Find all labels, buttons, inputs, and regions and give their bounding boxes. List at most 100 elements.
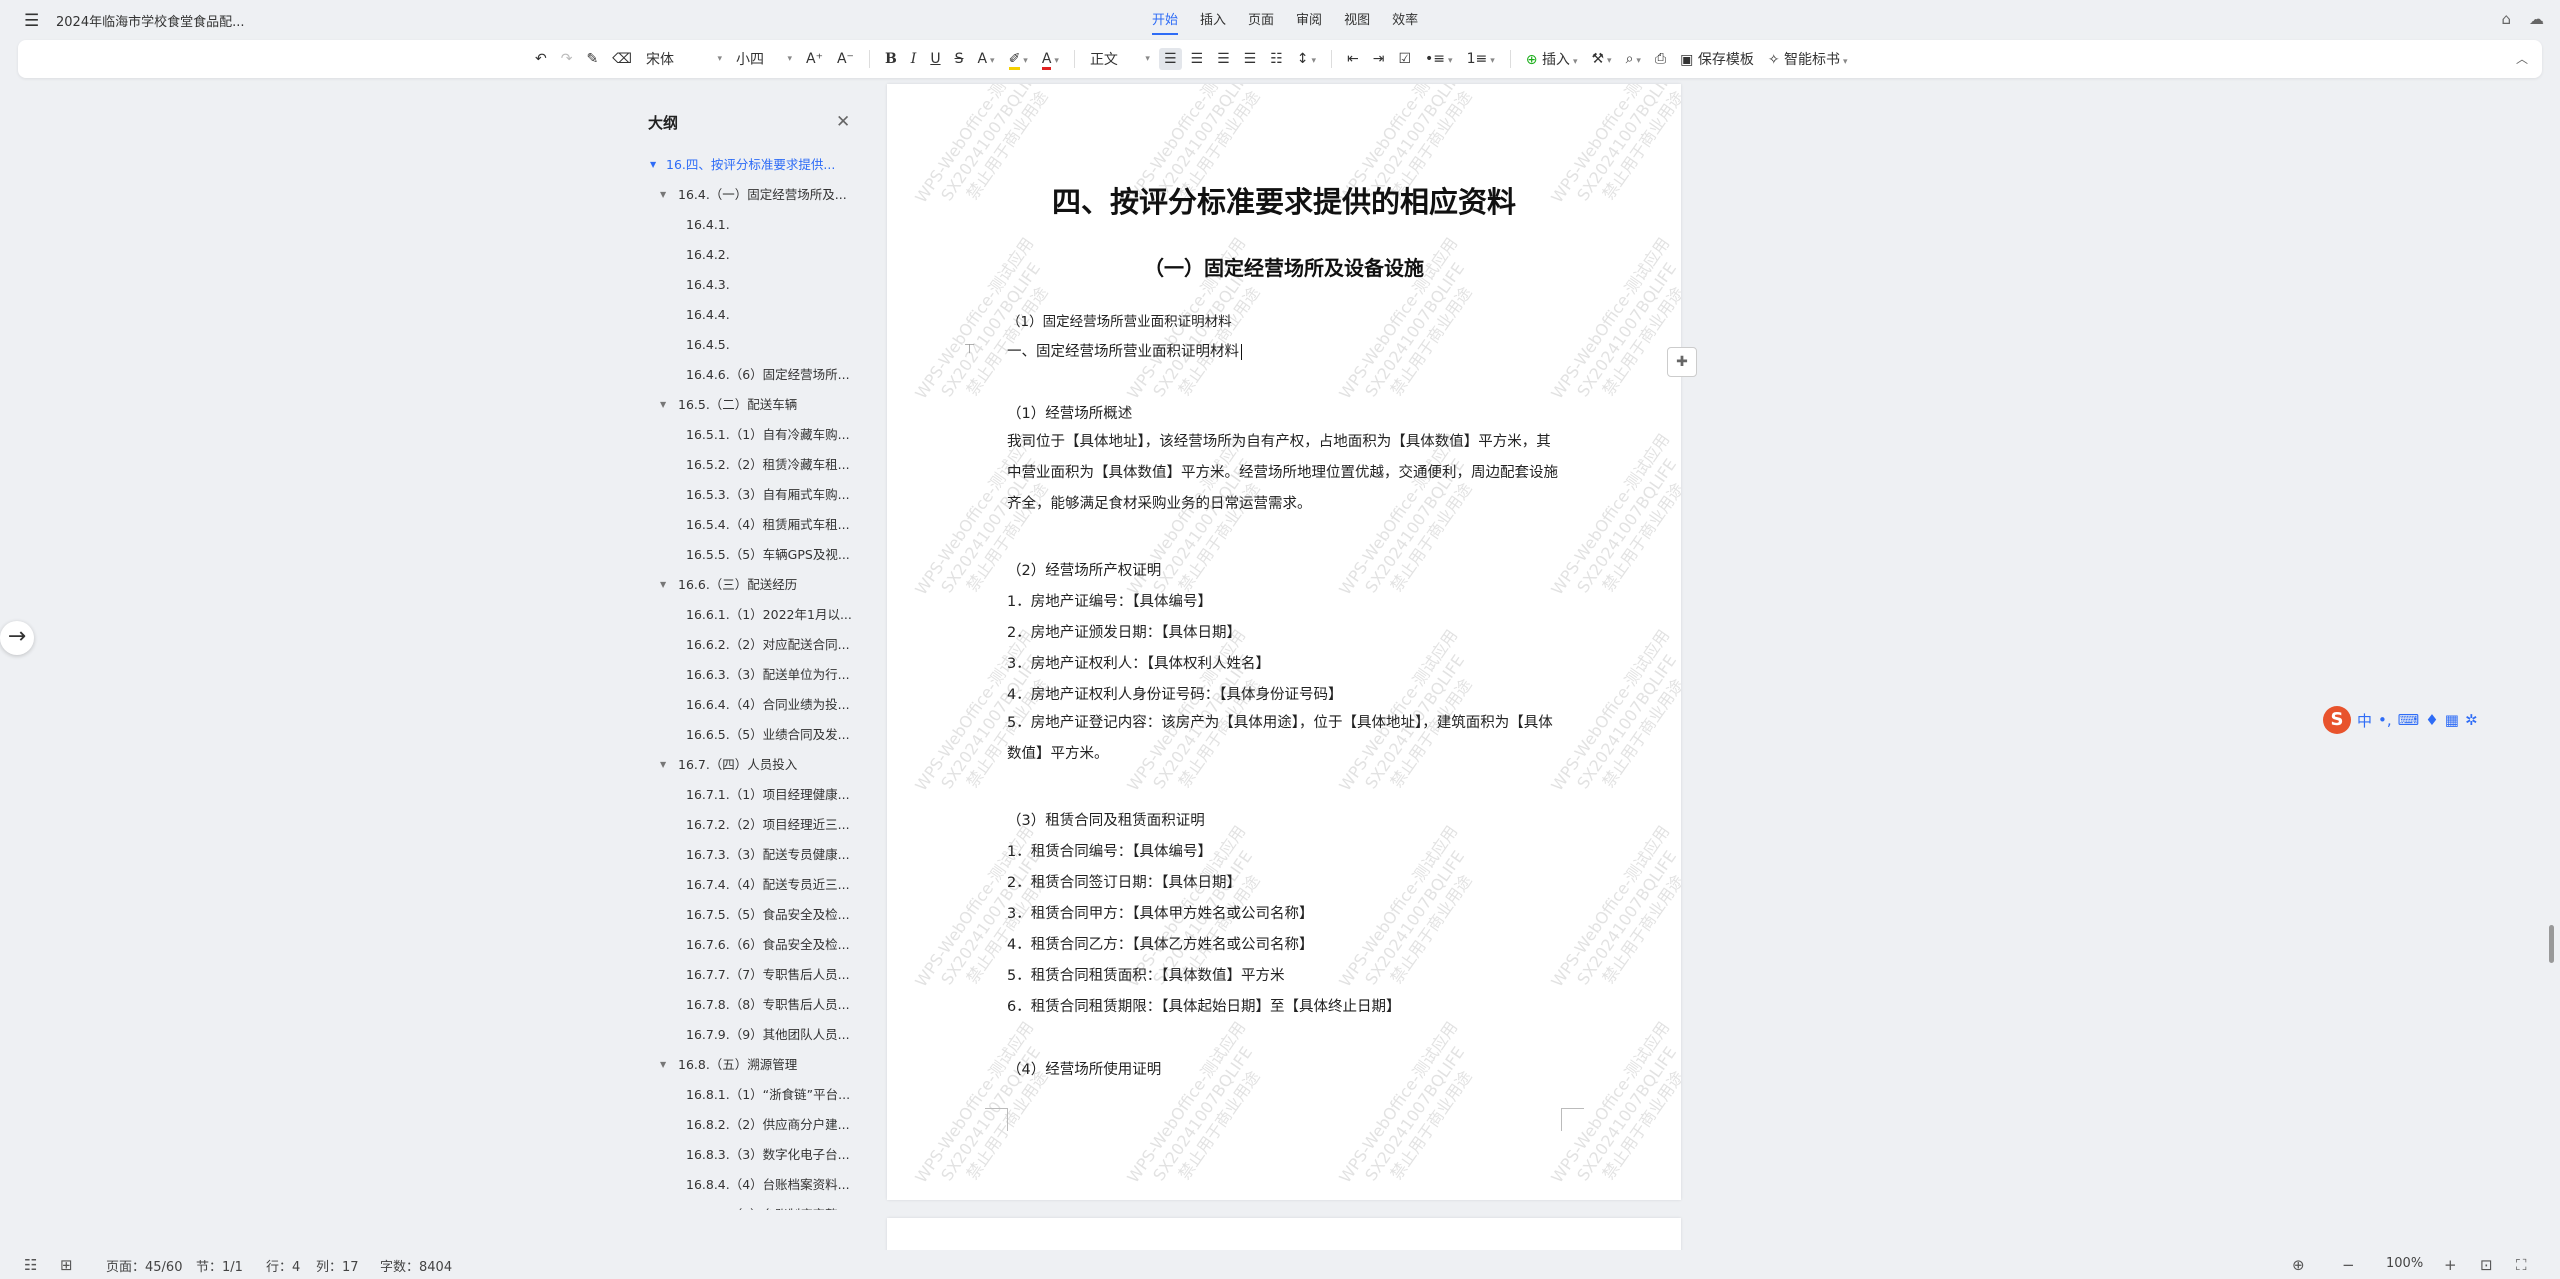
outline-item[interactable]: 16.5.1.（1）自有冷藏车购... xyxy=(640,420,858,450)
outline-item[interactable]: 16.5.2.（2）租赁冷藏车租... xyxy=(640,450,858,480)
outline-item[interactable]: 16.7.2.（2）项目经理近三... xyxy=(640,810,858,840)
outline-item[interactable]: ▼ 16.7.（四）人员投入 xyxy=(640,750,858,780)
nav-pane-icon[interactable]: ⊞ xyxy=(60,1256,73,1274)
settings-icon[interactable]: ✲ xyxy=(2465,711,2478,729)
font-name-select[interactable]: 宋体 ▾ xyxy=(641,46,727,72)
tab-start[interactable]: 开始 xyxy=(1152,9,1179,35)
tools-button[interactable]: ⚒ ▾ xyxy=(1586,48,1616,70)
outline-item[interactable]: 16.4.2. xyxy=(640,240,858,270)
outline-item[interactable]: 16.7.9.（9）其他团队人员... xyxy=(640,1020,858,1050)
vertical-scrollbar[interactable] xyxy=(2549,925,2554,963)
expand-triangle-icon[interactable]: ▼ xyxy=(660,1050,666,1080)
outline-item[interactable]: 16.6.4.（4）合同业绩为投... xyxy=(640,690,858,720)
list-item[interactable]: 2．房地产证颁发日期：【具体日期】 xyxy=(1007,621,1241,642)
search-button[interactable]: ⌕ ▾ xyxy=(1621,48,1646,70)
list-item[interactable]: 1．房地产证编号：【具体编号】 xyxy=(1007,590,1212,611)
outline-item[interactable]: ▼ 16.4.（一）固定经营场所及... xyxy=(640,180,858,210)
highlight-button[interactable]: ✐ ▾ xyxy=(1004,48,1033,70)
list-item[interactable]: 3．房地产证权利人：【具体权利人姓名】 xyxy=(1007,652,1270,673)
outline-item[interactable]: 16.4.3. xyxy=(640,270,858,300)
outline-item[interactable]: 16.8.2.（2）供应商分户建... xyxy=(640,1110,858,1140)
list-item[interactable]: 4．房地产证权利人身份证号码：【具体身份证号码】 xyxy=(1007,683,1342,704)
cloud-icon[interactable]: ☁ xyxy=(2529,10,2544,28)
list-item[interactable]: 3．租赁合同甲方：【具体甲方姓名或公司名称】 xyxy=(1007,902,1313,923)
heading-1[interactable]: 四、按评分标准要求提供的相应资料 xyxy=(887,179,1681,221)
list-item[interactable]: 5．租赁合同租赁面积：【具体数值】平方米 xyxy=(1007,964,1284,985)
outline-item[interactable]: 16.8.1.（1）“浙食链”平台... xyxy=(640,1080,858,1110)
outline-item[interactable]: 16.4.5. xyxy=(640,330,858,360)
outline-item[interactable]: 16.7.8.（8）专职售后人员... xyxy=(640,990,858,1020)
bold-button[interactable]: B xyxy=(880,48,902,70)
distributed-align-icon[interactable]: ☷ xyxy=(1265,48,1288,70)
justify-icon[interactable]: ☰ xyxy=(1239,48,1262,70)
print-icon[interactable]: ⎙ xyxy=(1650,48,1671,70)
smart-doc-button[interactable]: ✧ 智能标书 ▾ xyxy=(1763,46,1853,72)
heading-2[interactable]: （一）固定经营场所及设备设施 xyxy=(887,252,1681,281)
outline-item[interactable]: 16.8.5.（5）台账制度完整... xyxy=(640,1200,858,1210)
undo-icon[interactable]: ↶ xyxy=(530,48,552,70)
section-title[interactable]: （4）经营场所使用证明 xyxy=(1007,1058,1161,1079)
bullet-list-icon[interactable]: •≡ ▾ xyxy=(1420,48,1458,70)
fullscreen-icon[interactable]: ⛶ xyxy=(2516,1256,2527,1274)
globe-icon[interactable]: ⊕ xyxy=(2292,1256,2305,1274)
zoom-out-icon[interactable]: − xyxy=(2342,1256,2355,1274)
outline-item[interactable]: 16.6.1.（1）2022年1月以... xyxy=(640,600,858,630)
fit-page-icon[interactable]: ⊡ xyxy=(2480,1256,2493,1274)
outline-toggle-icon[interactable]: ☷ xyxy=(24,1256,37,1274)
numbered-list-icon[interactable]: 1≡ ▾ xyxy=(1462,48,1500,70)
grow-font-button[interactable]: A⁺ xyxy=(801,48,828,70)
underline-button[interactable]: U xyxy=(925,48,945,70)
expand-triangle-icon[interactable]: ▼ xyxy=(660,570,666,600)
list-item[interactable]: 2．租赁合同签订日期：【具体日期】 xyxy=(1007,871,1241,892)
paragraph[interactable]: （1）固定经营场所营业面积证明材料 xyxy=(1007,310,1232,330)
italic-button[interactable]: I xyxy=(906,48,922,70)
add-comment-icon[interactable]: ✚ xyxy=(1667,347,1697,377)
outline-item[interactable]: 16.4.1. xyxy=(640,210,858,240)
list-item[interactable]: 5．房地产证登记内容：该房产为【具体用途】，位于【具体地址】，建筑面积为【具体数… xyxy=(1007,708,1565,770)
decrease-indent-icon[interactable]: ⇤ xyxy=(1342,48,1364,70)
outline-item[interactable]: 16.6.2.（2）对应配送合同... xyxy=(640,630,858,660)
paragraph-with-cursor[interactable]: 一、固定经营场所营业面积证明材料 xyxy=(1007,340,1242,361)
outline-item[interactable]: ▼ 16.四、按评分标准要求提供... xyxy=(640,150,858,180)
outline-item[interactable]: ▼ 16.5.（二）配送车辆 xyxy=(640,390,858,420)
strikethrough-button[interactable]: S xyxy=(950,48,969,70)
keyboard-icon[interactable]: ⌨ xyxy=(2398,711,2420,729)
outline-item[interactable]: 16.4.6.（6）固定经营场所... xyxy=(640,360,858,390)
tab-insert[interactable]: 插入 xyxy=(1200,9,1226,35)
outline-item[interactable]: 16.6.3.（3）配送单位为行... xyxy=(640,660,858,690)
tab-efficiency[interactable]: 效率 xyxy=(1392,9,1418,35)
align-left-icon[interactable]: ☰ xyxy=(1158,48,1182,70)
outline-item[interactable]: 16.5.4.（4）租赁厢式车租... xyxy=(640,510,858,540)
outline-item[interactable]: 16.7.1.（1）项目经理健康... xyxy=(640,780,858,810)
sogou-logo[interactable]: S xyxy=(2323,706,2351,734)
paragraph-handle-icon[interactable]: ⊤ xyxy=(964,342,975,357)
align-center-icon[interactable]: ☰ xyxy=(1186,48,1209,70)
outline-item[interactable]: ▼ 16.8.（五）溯源管理 xyxy=(640,1050,858,1080)
section-title[interactable]: （3）租赁合同及租赁面积证明 xyxy=(1007,809,1205,830)
outline-item[interactable]: 16.5.3.（3）自有厢式车购... xyxy=(640,480,858,510)
outline-item[interactable]: 16.7.6.（6）食品安全及检... xyxy=(640,930,858,960)
increase-indent-icon[interactable]: ⇥ xyxy=(1368,48,1390,70)
font-color-button[interactable]: A ▾ xyxy=(1037,48,1064,70)
outline-item[interactable]: 16.7.4.（4）配送专员近三... xyxy=(640,870,858,900)
redo-icon[interactable]: ↷ xyxy=(556,48,578,70)
expand-triangle-icon[interactable]: ▼ xyxy=(650,150,656,180)
eraser-icon[interactable]: ⌫ xyxy=(607,48,637,70)
list-item[interactable]: 1．租赁合同编号：【具体编号】 xyxy=(1007,840,1212,861)
outline-item[interactable]: ▼ 16.6.（三）配送经历 xyxy=(640,570,858,600)
expand-triangle-icon[interactable]: ▼ xyxy=(660,180,666,210)
section-title[interactable]: （1）经营场所概述 xyxy=(1007,402,1132,423)
close-icon[interactable]: ✕ xyxy=(836,112,850,132)
list-item[interactable]: 4．租赁合同乙方：【具体乙方姓名或公司名称】 xyxy=(1007,933,1313,954)
document-page[interactable]: WPS-WebOffice-测试应用 SX20241007BQLIFE 禁止用于商业… xyxy=(887,84,1681,1200)
tab-view[interactable]: 视图 xyxy=(1344,9,1370,35)
format-painter-icon[interactable]: ✎ xyxy=(581,48,603,70)
outline-item[interactable]: 16.7.3.（3）配送专员健康... xyxy=(640,840,858,870)
paragraph[interactable]: 我司位于【具体地址】，该经营场所为自有产权，占地面积为【具体数值】平方米，其中营… xyxy=(1007,427,1565,520)
outline-item[interactable]: 16.8.3.（3）数字化电子台... xyxy=(640,1140,858,1170)
punctuation-icon[interactable]: •, xyxy=(2378,711,2392,729)
hamburger-menu-icon[interactable]: ☰ xyxy=(24,11,39,31)
ime-mode[interactable]: 中 xyxy=(2357,710,2372,731)
outline-item[interactable]: 16.7.5.（5）食品安全及检... xyxy=(640,900,858,930)
section-title[interactable]: （2）经营场所产权证明 xyxy=(1007,559,1161,580)
